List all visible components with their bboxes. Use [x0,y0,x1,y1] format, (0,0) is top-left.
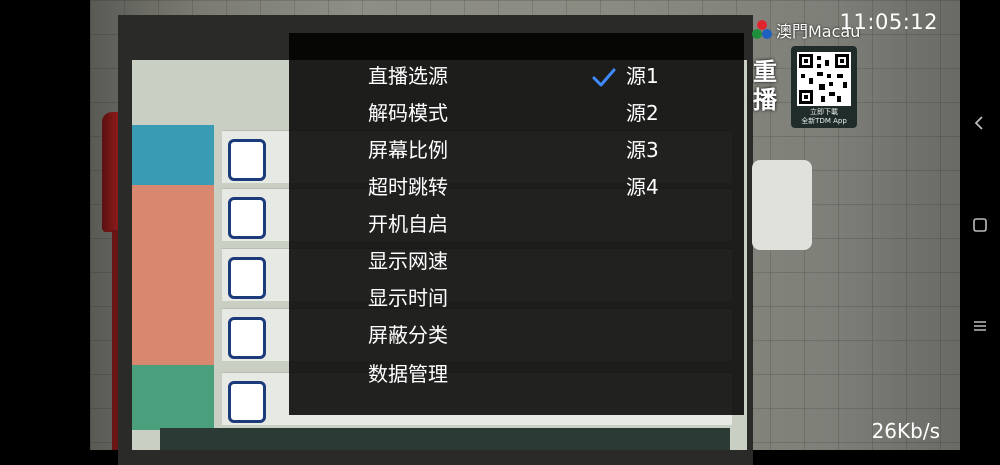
menu-item-timeout-jump[interactable]: 超时跳转 [368,169,618,205]
home-icon [973,218,987,232]
qr-caption-line2: 全新TDM App [801,117,847,125]
clock-display: 11:05:12 [839,10,938,34]
qr-caption-line1: 立即下載 [810,108,838,116]
menu-item-decode-mode[interactable]: 解码模式 [368,95,618,131]
route-badge [228,197,266,239]
menu-item-show-speed[interactable]: 显示网速 [368,243,618,279]
sign-footer-strip [160,428,730,450]
network-speed: 26Kb/s [871,419,940,443]
menu-item-hide-category[interactable]: 屏蔽分类 [368,317,618,353]
route-badge [228,139,266,181]
back-button[interactable] [960,103,1000,143]
source-option-3[interactable]: 源3 [626,132,659,168]
menu-item-show-time[interactable]: 显示时间 [368,280,618,316]
source-option-4[interactable]: 源4 [626,169,659,205]
route-badge [228,381,266,423]
menu-item-aspect-ratio[interactable]: 屏幕比例 [368,132,618,168]
back-icon [974,116,983,130]
app-qr-card: 立即下載 全新TDM App [791,46,857,128]
menu-icon [974,321,986,331]
recents-button[interactable] [960,306,1000,346]
menu-item-source-select[interactable]: 直播选源 [368,58,618,94]
replay-button[interactable]: 重播 [753,58,779,114]
qr-caption: 立即下載 全新TDM App [791,108,857,126]
tdm-logo-icon [752,20,772,40]
sign-band-b [132,185,214,365]
home-button[interactable] [960,205,1000,245]
route-badge [228,317,266,359]
checkmark-icon [592,68,616,87]
no-smoking-sign [752,160,812,250]
sign-band-c [132,365,214,430]
sign-band-a [132,125,214,185]
system-nav-bar [960,0,1000,450]
source-option-1[interactable]: 源1 [626,58,659,94]
route-badge [228,257,266,299]
menu-item-auto-start[interactable]: 开机自启 [368,206,618,242]
qr-code-image [797,52,851,106]
source-option-2[interactable]: 源2 [626,95,659,131]
menu-item-data-manage[interactable]: 数据管理 [368,356,618,392]
settings-menu: 直播选源 解码模式 屏幕比例 超时跳转 开机自启 显示网速 显示时间 屏蔽分类 … [289,33,744,415]
